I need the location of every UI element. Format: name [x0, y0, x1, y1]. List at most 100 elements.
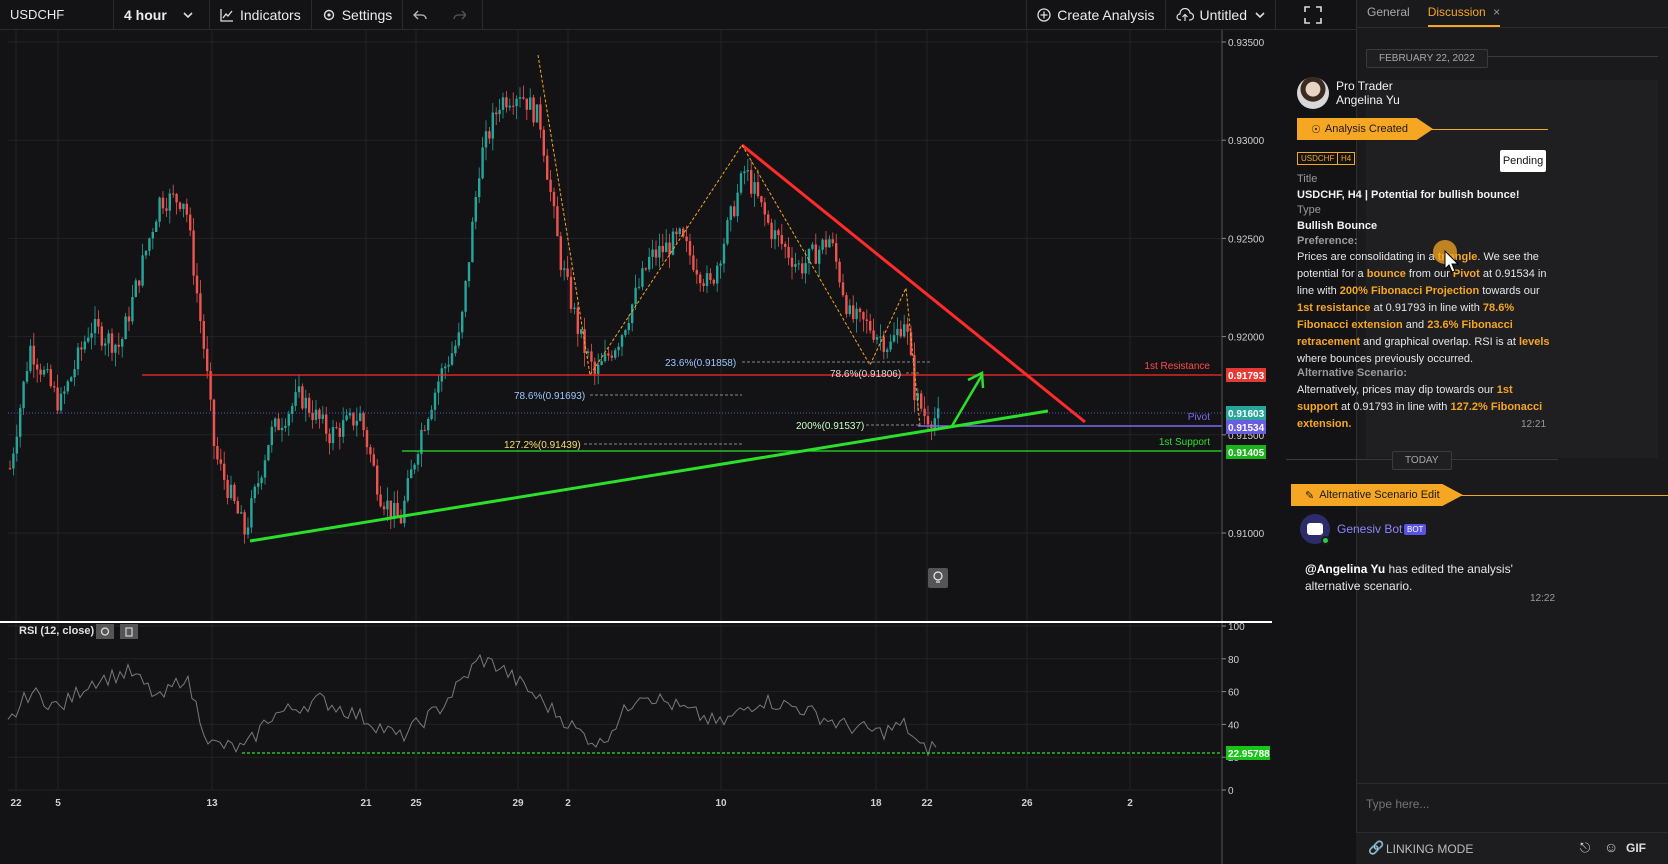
candle	[325, 414, 328, 434]
author-name[interactable]: Angelina Yu	[1336, 93, 1400, 107]
undo-button[interactable]	[403, 0, 443, 30]
candle	[192, 230, 195, 276]
candle	[498, 109, 501, 115]
bot-name[interactable]: Genesiv Bot	[1337, 522, 1402, 536]
candle	[240, 512, 243, 514]
candle	[600, 361, 603, 365]
time-tick-label: 10	[715, 798, 727, 809]
tab-discussion-label: Discussion	[1427, 5, 1486, 19]
candle	[892, 335, 896, 342]
candle	[542, 129, 545, 156]
online-dot	[1321, 536, 1330, 545]
composer-toolbar: 🔗 LINKING MODE ⎋ ☺ GIF	[1356, 832, 1668, 864]
candle	[903, 324, 906, 337]
linking-mode-label[interactable]: LINKING MODE	[1386, 842, 1473, 856]
card-timestamp: 12:21	[1521, 419, 1547, 430]
banner-rule	[1420, 129, 1548, 130]
fullscreen-button[interactable]	[1276, 0, 1356, 30]
timeframe-label: 4 hour	[124, 6, 167, 23]
candle	[66, 381, 69, 392]
candle	[784, 243, 787, 247]
author-avatar[interactable]	[1297, 77, 1329, 109]
candle	[372, 454, 375, 466]
bot-badge: BOT	[1404, 524, 1427, 535]
tab-general[interactable]: General	[1367, 5, 1410, 27]
candle	[42, 369, 46, 375]
candle	[627, 323, 630, 331]
settings-button[interactable]: Settings	[312, 0, 404, 30]
candle	[362, 413, 365, 431]
fib-label-200: 200%(0.91537)	[796, 421, 864, 432]
idea-marker[interactable]	[928, 568, 948, 588]
rsi-delete-button[interactable]	[120, 624, 138, 639]
candle	[688, 241, 692, 256]
candle	[182, 203, 185, 209]
chart-toolbar: USDCHF 4 hour Indicators Settings Create…	[0, 0, 1356, 30]
alt-scenario-text: Alternatively, prices may dip towards ou…	[1297, 384, 1543, 430]
candle	[124, 316, 127, 340]
candle	[831, 239, 834, 244]
candle	[233, 484, 236, 502]
candle	[359, 413, 362, 421]
link-icon[interactable]: 🔗	[1368, 840, 1384, 856]
candle	[36, 364, 39, 370]
candle	[875, 337, 879, 340]
resistance-label: 1st Resistance	[1144, 361, 1210, 372]
message-input[interactable]	[1356, 784, 1668, 824]
candle	[624, 330, 627, 336]
redo-button[interactable]	[443, 0, 484, 30]
rsi-tick-label: 40	[1228, 720, 1240, 731]
create-analysis-button[interactable]: Create Analysis	[1026, 0, 1166, 30]
gif-button[interactable]: GIF	[1626, 841, 1646, 855]
candle	[29, 345, 32, 371]
layout-dropdown[interactable]: Untitled	[1166, 0, 1276, 30]
candle	[175, 194, 178, 203]
rsi-value-badge: 22.95788	[1228, 749, 1270, 760]
candle	[801, 263, 804, 274]
candle	[274, 418, 277, 427]
tag-timeframe: H4	[1337, 152, 1356, 165]
candle	[437, 381, 440, 393]
rsi-tick-label: 80	[1228, 655, 1240, 666]
candle	[661, 245, 664, 253]
candle	[97, 319, 100, 327]
timeframe-dropdown[interactable]: 4 hour	[114, 0, 210, 30]
tab-discussion[interactable]: Discussion ×	[1427, 5, 1501, 27]
indicators-button[interactable]: Indicators	[210, 0, 312, 30]
candle	[478, 178, 481, 198]
candle	[583, 329, 586, 354]
candle	[906, 324, 909, 332]
candle	[294, 392, 297, 406]
status-label: Pending	[1502, 155, 1544, 167]
candle	[389, 500, 392, 518]
candle	[719, 263, 722, 266]
rsi-settings-button[interactable]	[96, 624, 114, 639]
analysis-drawings[interactable]: 23.6%(0.91858) 78.6%(0.91806) 78.6%(0.91…	[8, 54, 1222, 588]
pencil-icon: ✎	[1305, 489, 1315, 502]
candle	[828, 239, 831, 248]
candle	[178, 202, 182, 209]
candle	[665, 242, 668, 253]
price-chart[interactable]: 23.6%(0.91858) 78.6%(0.91806) 78.6%(0.91…	[0, 30, 1356, 864]
candle	[518, 97, 522, 99]
candle	[685, 236, 688, 242]
candle	[563, 268, 566, 270]
emoji-icon[interactable]: ☺	[1604, 839, 1618, 855]
candle	[586, 351, 590, 354]
symbol-selector[interactable]: USDCHF	[0, 0, 114, 30]
candle	[926, 416, 930, 425]
candle	[338, 428, 341, 437]
paperclip-icon[interactable]: ⎋	[1580, 840, 1590, 856]
candle	[692, 255, 695, 270]
bot-mention[interactable]: @Angelina Yu	[1305, 562, 1385, 576]
close-icon[interactable]: ×	[1493, 5, 1500, 19]
support-trendline[interactable]	[249, 409, 1049, 543]
candle	[726, 220, 729, 244]
candle	[678, 228, 681, 235]
candle	[382, 506, 386, 510]
candle	[512, 105, 515, 107]
bounce-arrow[interactable]	[950, 374, 984, 427]
candle	[794, 264, 797, 267]
candle	[206, 348, 209, 372]
chart-grid	[8, 30, 1222, 791]
